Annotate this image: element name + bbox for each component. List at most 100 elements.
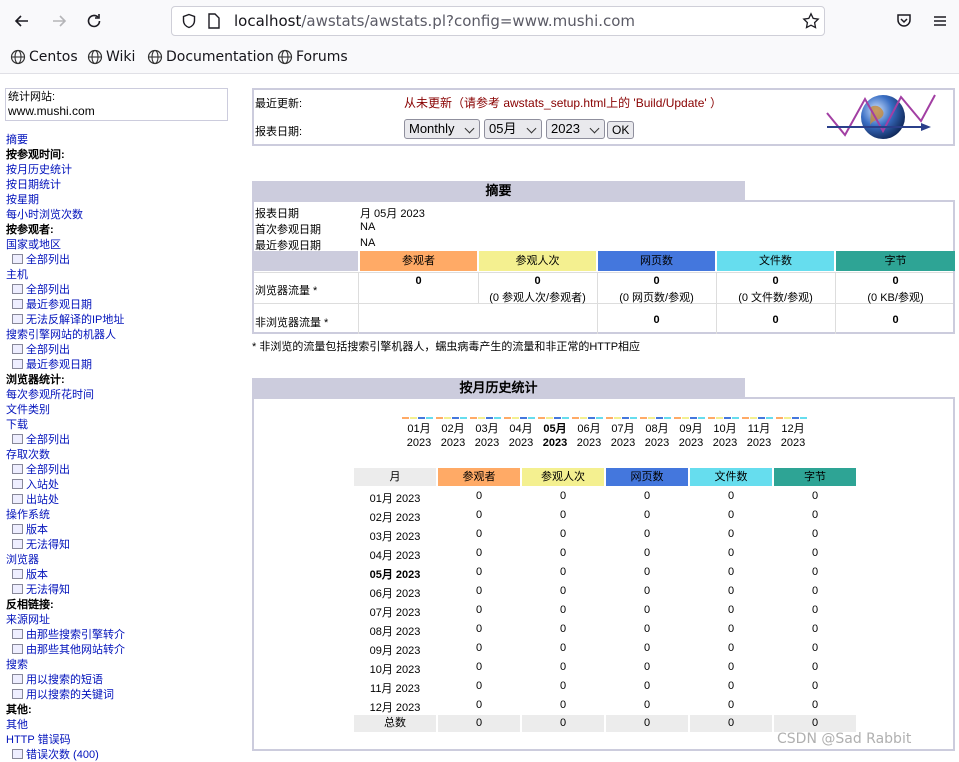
menu-link[interactable]: 其他 xyxy=(6,719,28,732)
bookmark-wiki[interactable]: Wiki xyxy=(87,49,135,65)
table-row: 03月 2023 0 0 0 0 0 xyxy=(354,525,857,544)
menu-link[interactable]: 最近参观日期 xyxy=(12,359,92,372)
reload-button[interactable] xyxy=(81,8,107,34)
viewed-label: 浏览器流量 * xyxy=(255,285,318,297)
row-month: 08月 2023 xyxy=(369,626,421,638)
month-select[interactable]: 05月 xyxy=(484,119,542,139)
menu-link[interactable]: 来源网址 xyxy=(6,614,50,627)
menu-link[interactable]: 版本 xyxy=(12,524,48,537)
menu-link[interactable]: 无法得知 xyxy=(12,584,70,597)
row-value: 0 xyxy=(727,566,735,578)
menu-link[interactable]: 主机 xyxy=(6,269,28,282)
menu-text: 全部列出 xyxy=(26,284,70,296)
menu-link[interactable]: 搜索 xyxy=(6,659,28,672)
monthly-header-visits: 参观人次 xyxy=(522,468,604,486)
submenu-icon xyxy=(12,494,23,504)
viewed-bytes-sub: (0 KB/参观) xyxy=(867,292,924,304)
reload-icon xyxy=(87,14,101,28)
month-bar xyxy=(674,417,681,419)
month-label-month: 11月 xyxy=(747,423,771,435)
menu-link[interactable]: 搜索引擎网站的机器人 xyxy=(6,329,116,342)
menu-link[interactable]: 按日期统计 xyxy=(6,179,61,192)
menu-link[interactable]: 入站处 xyxy=(12,479,59,492)
bookmark-forums[interactable]: Forums xyxy=(277,49,348,65)
menu-text: HTTP 错误码 xyxy=(6,734,71,746)
month-label-year: 2023 xyxy=(712,437,738,449)
bookmark-documentation[interactable]: Documentation xyxy=(147,49,274,65)
monthly-header-pages: 网页数 xyxy=(606,468,688,486)
table-row: 12月 2023 0 0 0 0 0 xyxy=(354,696,857,715)
menu-text: 按日期统计 xyxy=(6,179,61,191)
month-bar xyxy=(546,417,553,419)
table-row: 07月 2023 0 0 0 0 0 xyxy=(354,601,857,620)
menu-link[interactable]: 全部列出 xyxy=(12,464,70,477)
setup-doc-link[interactable]: awstats_setup.html xyxy=(503,96,606,110)
row-value: 0 xyxy=(475,604,483,616)
ok-button[interactable]: OK xyxy=(607,121,635,139)
bookmark-star-icon[interactable] xyxy=(802,12,820,30)
month-label-year: 2023 xyxy=(576,437,602,449)
month-bar xyxy=(716,417,723,419)
month-bar xyxy=(622,417,629,419)
menu-link[interactable]: 按星期 xyxy=(6,194,39,207)
back-button[interactable] xyxy=(9,8,35,34)
site-value: www.mushi.com xyxy=(8,104,95,118)
month-bar xyxy=(572,417,579,419)
row-value: 0 xyxy=(811,604,819,616)
menu-link[interactable]: 由那些其他网站转介 xyxy=(12,644,125,657)
menu-link[interactable]: 按月历史统计 xyxy=(6,164,72,177)
row-value: 0 xyxy=(643,509,651,521)
report-date-label: 报表日期: xyxy=(255,126,303,138)
menu-link[interactable]: 全部列出 xyxy=(12,284,70,297)
site-label: 统计网站: xyxy=(8,91,56,103)
menu-link[interactable]: 下载 xyxy=(6,419,28,432)
month-bar xyxy=(606,417,613,419)
first-visit-label: 首次参观日期 xyxy=(255,224,321,236)
month-label-year: 2023 xyxy=(542,437,568,449)
period-select[interactable]: Monthly xyxy=(404,119,480,139)
summary-table: 报表日期 月 05月 2023 首次参观日期 NA 最近参观日期 NA 参观者 … xyxy=(252,200,955,334)
month-bar xyxy=(562,417,569,419)
monthly-title: 按月历史统计 xyxy=(252,378,745,397)
menu-link[interactable]: 用以搜索的关键词 xyxy=(12,689,114,702)
menu-button[interactable] xyxy=(927,8,953,34)
last-update-label: 最近更新: xyxy=(255,98,303,110)
notviewed-bytes: 0 xyxy=(892,314,899,326)
submenu-icon xyxy=(12,539,23,549)
menu-text: 全部列出 xyxy=(26,434,70,446)
forward-arrow-icon xyxy=(53,15,67,27)
address-bar[interactable]: localhost/awstats/awstats.pl?config=www.… xyxy=(171,6,825,36)
menu-link[interactable]: 存取次数 xyxy=(6,449,50,462)
menu-link[interactable]: 国家或地区 xyxy=(6,239,61,252)
pocket-button[interactable] xyxy=(891,8,917,34)
menu-link[interactable]: 每小时浏览次数 xyxy=(6,209,83,222)
menu-link[interactable]: 无法得知 xyxy=(12,539,70,552)
bookmark-centos[interactable]: Centos xyxy=(10,49,78,65)
row-value: 0 xyxy=(811,642,819,654)
month-bar xyxy=(800,417,807,419)
row-value: 0 xyxy=(475,509,483,521)
summary-footnote: * 非浏览的流量包括搜索引擎机器人，蠕虫病毒产生的流量和非正常的HTTP相应 xyxy=(252,341,641,353)
globe-icon xyxy=(147,49,163,65)
menu-link[interactable]: 出站处 xyxy=(12,494,59,507)
menu-link[interactable]: 全部列出 xyxy=(12,434,70,447)
menu-link[interactable]: 用以搜索的短语 xyxy=(12,674,103,687)
menu-link[interactable]: 版本 xyxy=(12,569,48,582)
menu-link[interactable]: 错误次数 (400) xyxy=(12,749,99,762)
menu-link[interactable]: 由那些搜索引擎转介 xyxy=(12,629,125,642)
menu-link[interactable]: 操作系统 xyxy=(6,509,50,522)
menu-link[interactable]: HTTP 错误码 xyxy=(6,734,71,747)
menu-link[interactable]: 摘要 xyxy=(6,134,28,147)
month-bar xyxy=(648,417,655,419)
summary-header-hits: 文件数 xyxy=(717,251,834,271)
menu-link[interactable]: 全部列出 xyxy=(12,254,70,267)
menu-link[interactable]: 每次参观所花时间 xyxy=(6,389,94,402)
row-value: 0 xyxy=(643,566,651,578)
menu-link[interactable]: 无法反解译的IP地址 xyxy=(12,314,124,327)
year-select[interactable]: 2023 xyxy=(546,119,605,139)
menu-link[interactable]: 文件类别 xyxy=(6,404,50,417)
forward-button[interactable] xyxy=(46,8,72,34)
menu-link[interactable]: 全部列出 xyxy=(12,344,70,357)
menu-link[interactable]: 最近参观日期 xyxy=(12,299,92,312)
menu-link[interactable]: 浏览器 xyxy=(6,554,39,567)
